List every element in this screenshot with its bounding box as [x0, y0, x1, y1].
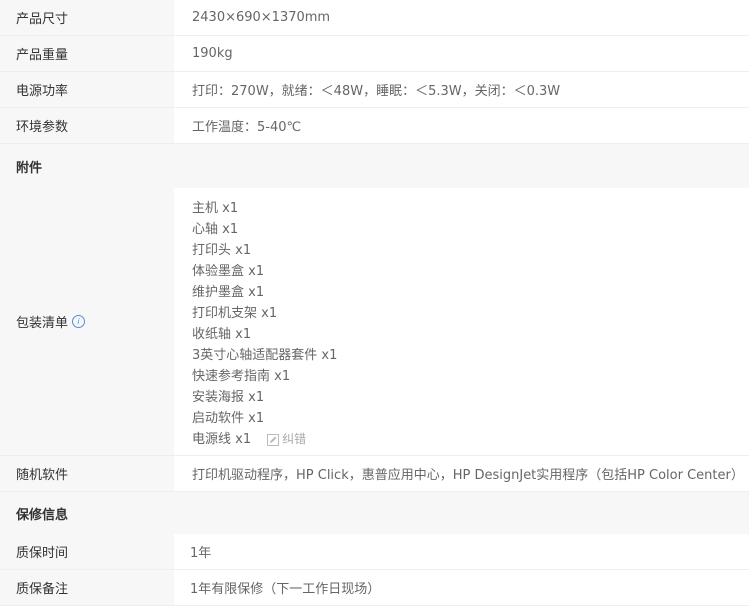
- package-value-cell: 主机 x1 心轴 x1 打印头 x1 体验墨盒 x1 维护墨盒 x1 打印机支架…: [174, 188, 749, 455]
- info-icon[interactable]: i: [72, 315, 86, 328]
- list-item: 打印头 x1: [192, 243, 252, 258]
- spec-value: 2430×690×1370mm: [192, 10, 331, 25]
- list-item: 主机 x1: [192, 201, 239, 216]
- spec-label: 产品尺寸: [0, 0, 174, 35]
- list-item: 启动软件 x1: [192, 411, 265, 426]
- spec-value: 190kg: [192, 46, 233, 61]
- spec-value: 工作温度：5-40℃: [192, 120, 302, 135]
- spec-value: 打印：270W，就绪：＜48W，睡眠：＜5.3W，关闭：＜0.3W: [192, 84, 561, 99]
- section-header-accessories: 附件: [0, 144, 749, 188]
- correction-link[interactable]: 纠错: [267, 429, 306, 450]
- list-item: 打印机支架 x1: [192, 306, 278, 321]
- correction-label: 纠错: [282, 432, 307, 446]
- list-item: 安装海报 x1: [192, 390, 265, 405]
- spec-label: 环境参数: [0, 108, 174, 143]
- list-item: 快速参考指南 x1: [192, 369, 291, 384]
- spec-label: 质保备注: [0, 570, 174, 605]
- spec-row-weight: 产品重量 190kg: [0, 36, 749, 72]
- list-item: 收纸轴 x1: [192, 327, 252, 342]
- list-item: 体验墨盒 x1: [192, 264, 265, 279]
- package-label-cell: 包装清单 i: [0, 188, 174, 455]
- spec-value: 1年: [190, 546, 212, 561]
- spec-label: 电源功率: [0, 72, 174, 107]
- spec-row-package: 包装清单 i 主机 x1 心轴 x1 打印头 x1 体验墨盒 x1 维护墨盒 x…: [0, 188, 749, 456]
- spec-label: 产品重量: [0, 36, 174, 71]
- spec-row-warranty-period: 质保时间 1年: [0, 534, 749, 570]
- spec-row-size: 产品尺寸 2430×690×1370mm: [0, 0, 749, 36]
- spec-row-environment: 环境参数 工作温度：5-40℃: [0, 108, 749, 144]
- spec-table: 产品尺寸 2430×690×1370mm 产品重量 190kg 电源功率 打印：…: [0, 0, 749, 606]
- spec-label: 包装清单: [16, 316, 69, 331]
- list-item-last: 电源线 x1 纠错: [192, 429, 337, 450]
- list-item-text: 电源线 x1: [192, 432, 252, 447]
- package-list: 主机 x1 心轴 x1 打印头 x1 体验墨盒 x1 维护墨盒 x1 打印机支架…: [192, 188, 337, 450]
- spec-value: 打印机驱动程序，HP Click，惠普应用中心，HP DesignJet实用程序…: [192, 468, 744, 483]
- pencil-icon: [267, 433, 280, 446]
- spec-label: 随机软件: [0, 456, 174, 491]
- spec-row-power: 电源功率 打印：270W，就绪：＜48W，睡眠：＜5.3W，关闭：＜0.3W: [0, 72, 749, 108]
- list-item: 3英寸心轴适配器套件 x1: [192, 348, 338, 363]
- spec-value: 1年有限保修（下一工作日现场）: [190, 582, 381, 597]
- list-item: 维护墨盒 x1: [192, 285, 265, 300]
- list-item: 心轴 x1: [192, 222, 239, 237]
- spec-label: 质保时间: [0, 534, 174, 569]
- section-header-warranty: 保修信息: [0, 492, 749, 534]
- spec-row-software: 随机软件 打印机驱动程序，HP Click，惠普应用中心，HP DesignJe…: [0, 456, 749, 492]
